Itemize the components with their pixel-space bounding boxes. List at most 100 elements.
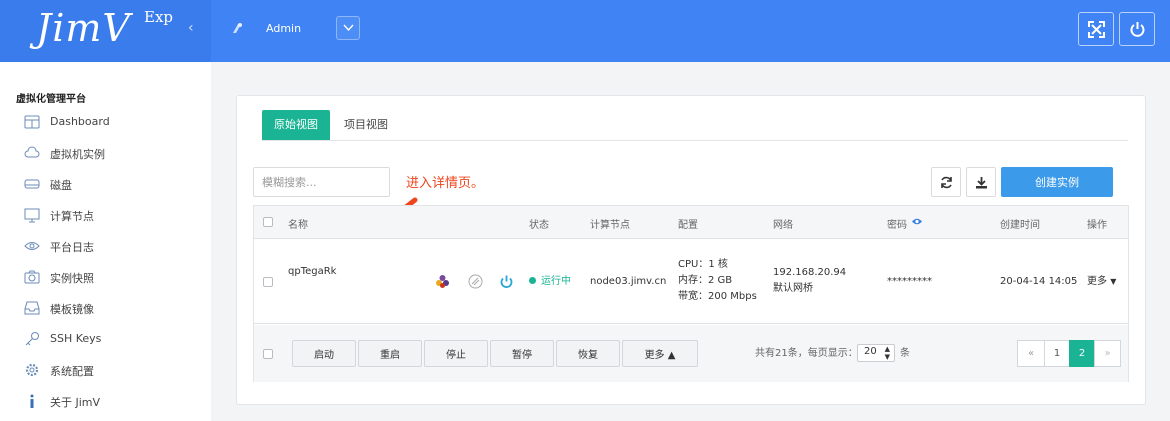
col-node: 计算节点 [590,220,630,231]
config-memory: 内存：2 GB [678,275,733,286]
col-created: 创建时间 [1000,220,1040,231]
tab-project-view[interactable]: 项目视图 [332,110,400,140]
col-name: 名称 [288,220,308,231]
fullscreen-button[interactable] [1078,12,1114,46]
tab-raw-view[interactable]: 原始视图 [262,110,330,140]
page-1-button[interactable]: 1 [1044,340,1070,367]
annotation-text: 进入详情页。 [406,176,485,191]
info-icon [30,394,34,408]
tab-divider [262,140,1128,141]
sidebar-item-about[interactable]: 关于 JimV [24,391,204,411]
sidebar-item-label: 关于 JimV [50,396,101,409]
status-text: 运行中 [541,276,571,287]
sidebar-item-nodes[interactable]: 计算节点 [24,205,204,225]
status-dot [529,277,536,284]
col-network: 网络 [773,220,793,231]
page-next-button[interactable]: » [1094,340,1121,367]
restart-button[interactable]: 重启 [358,340,422,367]
footer-select-all-checkbox[interactable] [263,349,273,359]
pagination-summary: 共有21条，每页显示： [755,348,858,359]
instances-table: 名称 状态 计算节点 配置 网络 密码 创建时间 操作 qpTegaRk 运行中… [253,205,1129,382]
stop-button[interactable]: 停止 [424,340,488,367]
brand: JimV Exp ‹ [0,0,211,62]
sidebar-item-instances[interactable]: 虚拟机实例 [24,143,204,163]
refresh-icon [941,176,952,189]
os-logo-icon [436,275,449,288]
sidebar-item-label: Dashboard [50,115,110,128]
camera-icon [24,270,40,284]
row-more-dropdown[interactable]: 更多 ▼ [1087,274,1116,289]
page-size-select[interactable]: 20 ▲ ▼ [857,344,895,362]
caret-down-icon: ▼ [1110,277,1117,286]
col-action: 操作 [1087,220,1107,231]
page-2-button[interactable]: 2 [1069,340,1095,367]
sidebar-item-label: 系统配置 [50,365,94,378]
key-icon [25,332,39,346]
eye-icon[interactable] [911,217,923,226]
create-instance-button[interactable]: 创建实例 [1001,167,1113,197]
network-bridge: 默认网桥 [773,283,813,294]
sidebar-item-disks[interactable]: 磁盘 [24,174,204,194]
sidebar-collapse-button[interactable]: ‹ [188,20,194,36]
col-config: 配置 [678,220,698,231]
page-size-value: 20 [864,346,877,357]
instance-name-link[interactable]: qpTegaRk [288,264,336,279]
logout-button[interactable] [1119,12,1155,46]
status-badge: 运行中 [529,274,571,289]
chevron-down-icon [343,24,354,32]
power-toggle-icon[interactable] [499,274,514,289]
sidebar-item-logs[interactable]: 平台日志 [24,236,204,256]
sidebar-item-settings[interactable]: 系统配置 [24,360,204,380]
instances-panel: 原始视图 项目视图 进入详情页。 创建实例 名称 状态 计算节点 配置 网络 密… [236,95,1146,405]
select-all-checkbox[interactable] [263,217,273,227]
user-dropdown-button[interactable] [336,16,360,40]
col-password: 密码 [887,220,907,231]
sidebar-item-label: 计算节点 [50,210,94,223]
sidebar-item-label: 模板镜像 [50,303,94,316]
more-actions-button[interactable]: 更多 ▲ [622,340,698,367]
disk-icon [24,179,40,189]
start-button[interactable]: 启动 [292,340,356,367]
refresh-button[interactable] [931,167,961,197]
sidebar-item-label: 虚拟机实例 [50,148,105,161]
row-checkbox[interactable] [263,277,273,287]
sidebar-item-label: 实例快照 [50,272,94,285]
vnc-console-icon[interactable] [468,274,483,289]
monitor-icon [24,208,40,223]
dashboard-icon [24,115,40,129]
sidebar-item-ssh-keys[interactable]: SSH Keys [24,329,204,349]
table-header: 名称 状态 计算节点 配置 网络 密码 创建时间 操作 [254,206,1128,239]
sidebar-item-label: 平台日志 [50,241,94,254]
sidebar-item-dashboard[interactable]: Dashboard [24,112,204,132]
sidebar-item-templates[interactable]: 模板镜像 [24,298,204,318]
sidebar-item-snapshots[interactable]: 实例快照 [24,267,204,287]
sidebar-item-label: 磁盘 [50,179,72,192]
sidebar: 虚拟化管理平台 Dashboard 虚拟机实例 磁盘 计算节点 平台日志 实例快… [0,62,211,421]
cloud-icon [24,146,40,158]
created-time: 20-04-14 14:05 [1000,276,1078,287]
gear-icon [25,363,39,377]
download-icon [976,177,987,189]
brand-logo: JimV [36,6,131,50]
row-more-label: 更多 [1087,276,1107,287]
spinner-icon: ▲ ▼ [884,345,890,361]
config-cpu: CPU：1 核 [678,259,728,270]
sidebar-title: 虚拟化管理平台 [16,94,86,105]
pagination-unit: 条 [900,348,910,359]
expand-icon [1088,21,1105,38]
brand-edition: Exp [144,8,174,26]
current-user: Admin [266,22,302,35]
user-icon [233,23,242,33]
resume-button[interactable]: 恢复 [556,340,620,367]
page-prev-button[interactable]: « [1017,340,1045,367]
power-icon [1130,22,1145,37]
inbox-icon [24,301,40,315]
pause-button[interactable]: 暂停 [490,340,554,367]
download-button[interactable] [966,167,996,197]
node-name: node03.jimv.cn [590,276,667,287]
ip-address: 192.168.20.94 [773,267,847,278]
table-footer: 启动 重启 停止 暂停 恢复 更多 ▲ 共有21条，每页显示： 20 ▲ ▼ 条 … [254,325,1128,382]
config-bandwidth: 带宽：200 Mbps [678,291,757,302]
main-content: 原始视图 项目视图 进入详情页。 创建实例 名称 状态 计算节点 配置 网络 密… [211,62,1170,421]
search-input[interactable] [253,167,390,197]
